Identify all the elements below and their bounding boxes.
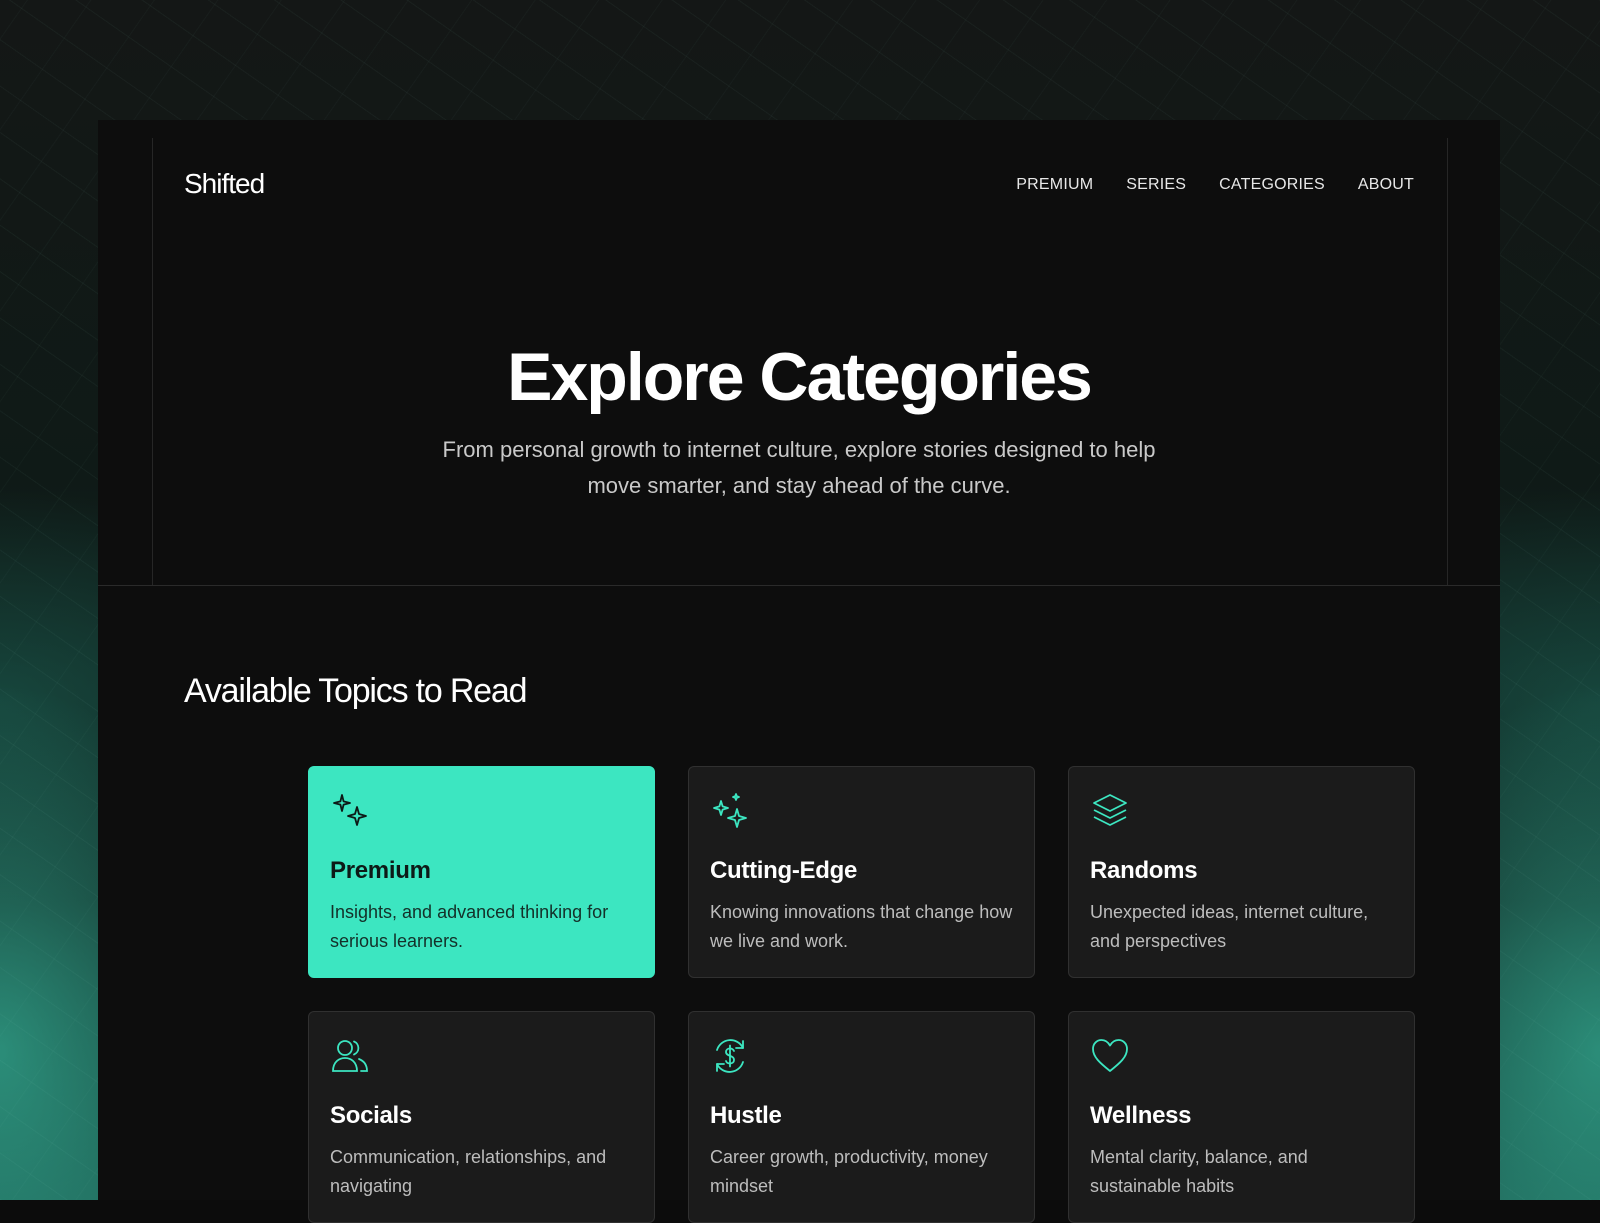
nav-item-about[interactable]: ABOUT xyxy=(1358,176,1414,194)
site-logo[interactable]: Shifted xyxy=(184,168,265,200)
topic-card-description: Unexpected ideas, internet culture, and … xyxy=(1090,902,1369,951)
topic-card-description: Insights, and advanced thinking for seri… xyxy=(330,902,609,951)
topic-card-title: Socials xyxy=(330,1102,412,1129)
page-subtitle: From personal growth to internet culture… xyxy=(442,437,1156,498)
topic-card-title: Randoms xyxy=(1090,857,1198,884)
topic-card-title: Premium xyxy=(330,857,431,884)
nav-item-premium[interactable]: PREMIUM xyxy=(1016,176,1093,194)
topic-card-socials[interactable]: Socials Communication, relationships, an… xyxy=(308,1011,655,1223)
topic-card-premium[interactable]: Premium Insights, and advanced thinking … xyxy=(308,766,655,978)
topic-card-description: Career growth, productivity, money minds… xyxy=(710,1147,988,1196)
dollar-cycle-icon xyxy=(710,1036,750,1076)
topic-card-hustle[interactable]: Hustle Career growth, productivity, mone… xyxy=(688,1011,1035,1223)
sparkle-icon xyxy=(330,791,370,831)
section-title: Available Topics to Read xyxy=(184,672,527,710)
topics-grid: Premium Insights, and advanced thinking … xyxy=(308,766,1416,1223)
topic-card-title: Cutting-Edge xyxy=(710,857,858,884)
topic-card-cutting-edge[interactable]: Cutting-Edge Knowing innovations that ch… xyxy=(688,766,1035,978)
topic-card-description: Communication, relationships, and naviga… xyxy=(330,1147,607,1196)
topic-card-description: Mental clarity, balance, and sustainable… xyxy=(1090,1147,1308,1196)
topic-card-description: Knowing innovations that change how we l… xyxy=(710,902,1013,951)
top-nav: PREMIUM SERIES CATEGORIES ABOUT xyxy=(1016,176,1414,194)
page-title: Explore Categories xyxy=(507,339,1093,415)
hero-divider xyxy=(98,585,1500,586)
stars-icon xyxy=(710,791,750,831)
users-icon xyxy=(330,1036,370,1076)
main-panel: Shifted PREMIUM SERIES CATEGORIES ABOUT … xyxy=(98,120,1500,1223)
layers-icon xyxy=(1090,791,1130,831)
topic-card-wellness[interactable]: Wellness Mental clarity, balance, and su… xyxy=(1068,1011,1415,1223)
topic-card-title: Hustle xyxy=(710,1102,782,1129)
nav-item-categories[interactable]: CATEGORIES xyxy=(1219,176,1325,194)
topic-card-title: Wellness xyxy=(1090,1102,1192,1129)
nav-item-series[interactable]: SERIES xyxy=(1126,176,1186,194)
heart-icon xyxy=(1090,1036,1130,1076)
topic-card-randoms[interactable]: Randoms Unexpected ideas, internet cultu… xyxy=(1068,766,1415,978)
